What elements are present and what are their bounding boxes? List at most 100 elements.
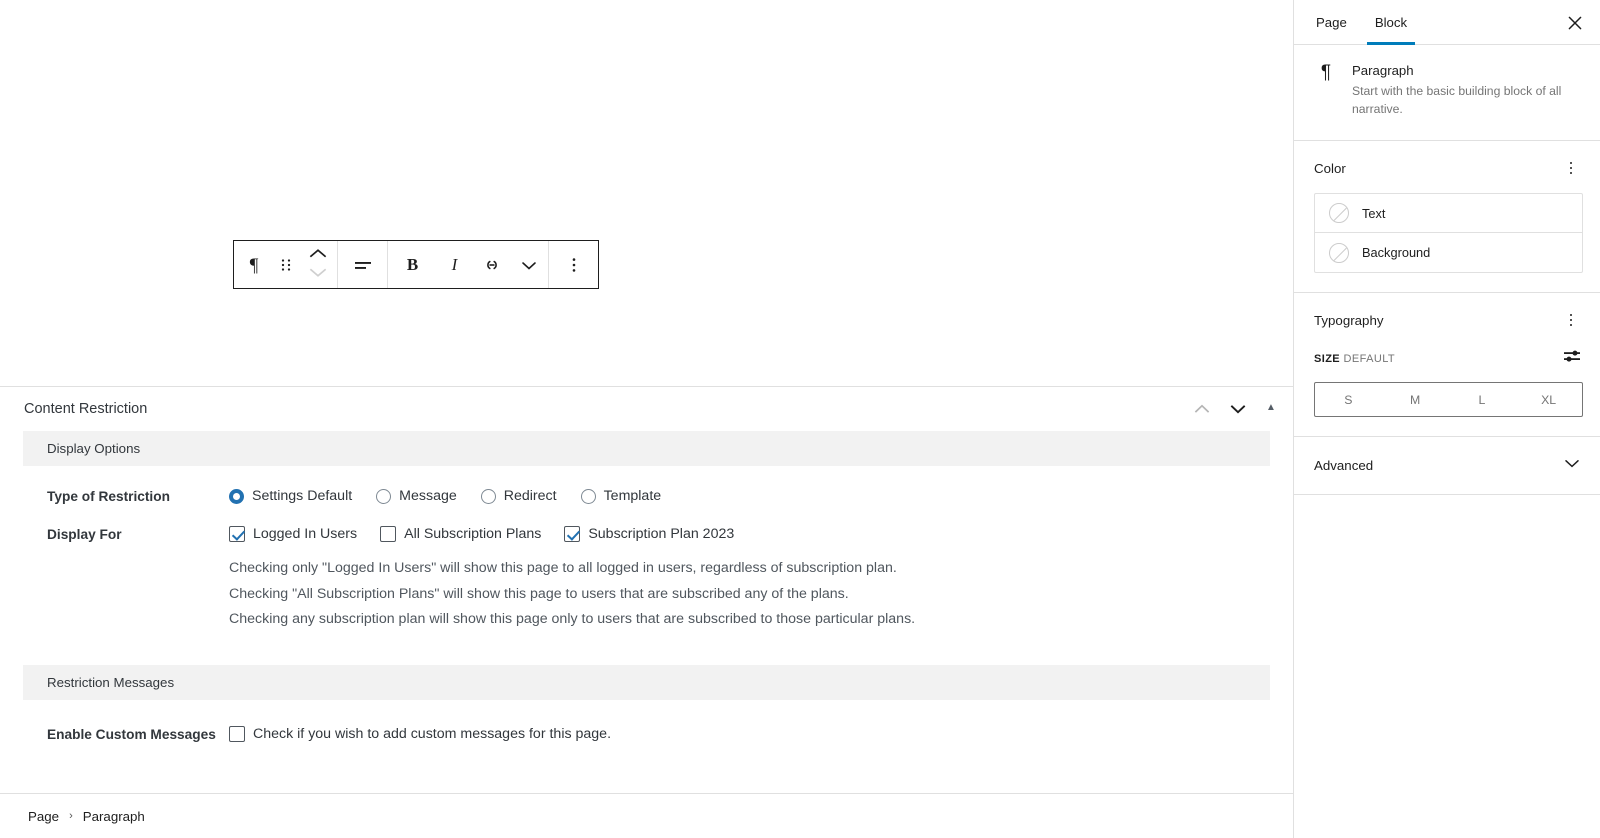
- more-formats-chevron-down-icon[interactable]: [510, 241, 547, 288]
- block-card-title: Paragraph: [1352, 63, 1414, 78]
- radio-label-message: Message: [399, 488, 457, 504]
- sidebar-tab-bar: Page Block: [1294, 0, 1600, 45]
- font-size-value: DEFAULT: [1343, 352, 1396, 365]
- label-type-of-restriction: Type of Restriction: [47, 489, 170, 504]
- color-option-background[interactable]: Background: [1315, 233, 1582, 272]
- block-toolbar-group-align: [338, 241, 388, 288]
- color-label-text: Text: [1362, 205, 1386, 221]
- checkbox-enable-custom-messages[interactable]: Check if you wish to add custom messages…: [229, 725, 1270, 742]
- radio-settings-default[interactable]: Settings Default: [229, 488, 352, 504]
- metabox-move-up-chevron-up-icon[interactable]: [1184, 391, 1220, 427]
- post-content-area[interactable]: [0, 0, 1293, 386]
- metabox-header-actions: ▲: [1184, 387, 1286, 431]
- italic-button[interactable]: I: [436, 241, 473, 288]
- color-panel-vertical-ellipsis-icon[interactable]: [1559, 156, 1583, 180]
- field-row-type-of-restriction: Type of Restriction Settings Default Mes…: [0, 488, 1293, 504]
- metabox-title: Content Restriction: [24, 401, 148, 417]
- tab-block[interactable]: Block: [1361, 0, 1421, 45]
- typography-panel-header: Typography: [1314, 308, 1583, 332]
- section-bar-display-options: Display Options: [23, 431, 1270, 466]
- editor-canvas-column: ¶ B I Content Restriction ▲ Display Opti…: [0, 0, 1293, 838]
- content-restriction-metabox: Content Restriction ▲ Display Options Ty…: [0, 387, 1293, 742]
- paragraph-pilcrow-icon: ¶: [1320, 62, 1332, 83]
- section-label-display-options: Display Options: [47, 441, 141, 456]
- color-panel: Color Text Background: [1294, 141, 1600, 293]
- checkbox-logged-in-users[interactable]: Logged In Users: [229, 526, 357, 542]
- color-panel-title: Color: [1314, 160, 1346, 176]
- link-icon[interactable]: [473, 241, 510, 288]
- checkbox-label-all-subscription-plans: All Subscription Plans: [404, 526, 542, 542]
- font-size-option-xl[interactable]: XL: [1515, 383, 1582, 416]
- block-options-vertical-ellipsis-icon[interactable]: [550, 241, 597, 288]
- font-size-row: SIZE DEFAULT: [1314, 345, 1583, 372]
- checkbox-all-subscription-plans[interactable]: All Subscription Plans: [380, 526, 541, 542]
- checkbox-box-enable-custom-messages: [229, 725, 245, 742]
- display-for-help-text: Checking only "Logged In Users" will sho…: [229, 556, 1270, 633]
- radio-group-type-of-restriction[interactable]: Settings Default Message Redirect Templa…: [229, 488, 1270, 504]
- field-row-display-for: Display For Logged In Users All Subscrip…: [0, 526, 1293, 633]
- block-toolbar-group-block: ¶: [234, 241, 338, 288]
- sliders-icon[interactable]: [1561, 345, 1583, 372]
- metabox-header: Content Restriction ▲: [0, 387, 1293, 431]
- checkbox-label-enable-custom-messages: Check if you wish to add custom messages…: [253, 725, 612, 742]
- advanced-chevron-down-icon[interactable]: [1562, 453, 1582, 478]
- checkbox-subscription-plan-2023[interactable]: Subscription Plan 2023: [564, 526, 734, 542]
- radio-label-template: Template: [603, 488, 662, 504]
- help-line-3: Checking any subscription plan will show…: [229, 611, 916, 627]
- radio-dot-redirect: [480, 488, 496, 504]
- align-text-icon[interactable]: [339, 241, 386, 288]
- advanced-panel-title: Advanced: [1314, 458, 1374, 473]
- checkbox-group-display-for[interactable]: Logged In Users All Subscription Plans S…: [229, 526, 1270, 542]
- font-size-option-s[interactable]: S: [1315, 383, 1382, 416]
- italic-label: I: [451, 254, 458, 274]
- advanced-panel-toggle[interactable]: Advanced: [1294, 437, 1600, 495]
- block-card: ¶ Paragraph Start with the basic buildin…: [1294, 45, 1600, 141]
- paragraph-pilcrow-icon[interactable]: ¶: [235, 241, 272, 288]
- bold-label: B: [406, 254, 419, 274]
- font-size-option-l[interactable]: L: [1449, 383, 1516, 416]
- font-size-toggle-group[interactable]: S M L XL: [1314, 382, 1583, 417]
- radio-template[interactable]: Template: [580, 488, 662, 504]
- checkbox-label-subscription-plan-2023: Subscription Plan 2023: [588, 526, 735, 542]
- color-option-list: Text Background: [1314, 193, 1583, 273]
- color-label-background: Background: [1362, 245, 1431, 260]
- editor-window: ¶ B I Content Restriction ▲ Display Opti…: [0, 0, 1600, 838]
- help-line-2: Checking "All Subscription Plans" will s…: [229, 585, 849, 602]
- block-mover[interactable]: [300, 241, 336, 288]
- chevron-down-icon[interactable]: [309, 265, 327, 283]
- close-icon[interactable]: [1558, 6, 1592, 40]
- radio-label-redirect: Redirect: [503, 488, 557, 504]
- font-size-option-m[interactable]: M: [1382, 383, 1449, 416]
- breadcrumb-item-paragraph[interactable]: Paragraph: [79, 807, 149, 826]
- tab-page[interactable]: Page: [1302, 0, 1361, 44]
- color-panel-header: Color: [1314, 156, 1583, 180]
- color-swatch-text: [1329, 203, 1349, 223]
- radio-dot-template: [580, 488, 596, 504]
- chevron-up-icon[interactable]: [309, 246, 327, 264]
- radio-redirect[interactable]: Redirect: [480, 488, 557, 504]
- block-toolbar-group-options: [549, 241, 598, 288]
- font-size-label: SIZE: [1314, 352, 1341, 365]
- metabox-move-down-chevron-down-icon[interactable]: [1220, 391, 1256, 427]
- checkbox-box-subscription-plan-2023: [564, 526, 581, 542]
- radio-dot-settings-default: [229, 488, 244, 504]
- svg-text:¶: ¶: [249, 255, 258, 276]
- drag-handle-icon[interactable]: [272, 241, 300, 288]
- breadcrumb-separator-icon: ›: [69, 809, 73, 822]
- checkbox-box-logged-in-users: [229, 526, 245, 542]
- help-line-1: Checking only "Logged In Users" will sho…: [229, 560, 897, 576]
- typography-panel-vertical-ellipsis-icon[interactable]: [1559, 308, 1583, 332]
- bold-button[interactable]: B: [389, 241, 436, 288]
- field-row-enable-custom-messages: Enable Custom Messages Check if you wish…: [0, 725, 1293, 742]
- color-swatch-background: [1329, 242, 1349, 263]
- label-enable-custom-messages: Enable Custom Messages: [47, 726, 216, 742]
- breadcrumb-item-page[interactable]: Page: [24, 807, 63, 826]
- section-bar-restriction-messages: Restriction Messages: [23, 664, 1270, 700]
- color-option-text[interactable]: Text: [1315, 194, 1582, 233]
- block-card-description: Start with the basic building block of a…: [1352, 84, 1562, 116]
- radio-message[interactable]: Message: [376, 488, 457, 504]
- metabox-order-triangle-up-icon[interactable]: ▲: [1256, 391, 1286, 427]
- checkbox-label-logged-in-users: Logged In Users: [253, 526, 358, 542]
- block-toolbar[interactable]: ¶ B I: [233, 240, 599, 289]
- radio-label-settings-default: Settings Default: [252, 488, 353, 504]
